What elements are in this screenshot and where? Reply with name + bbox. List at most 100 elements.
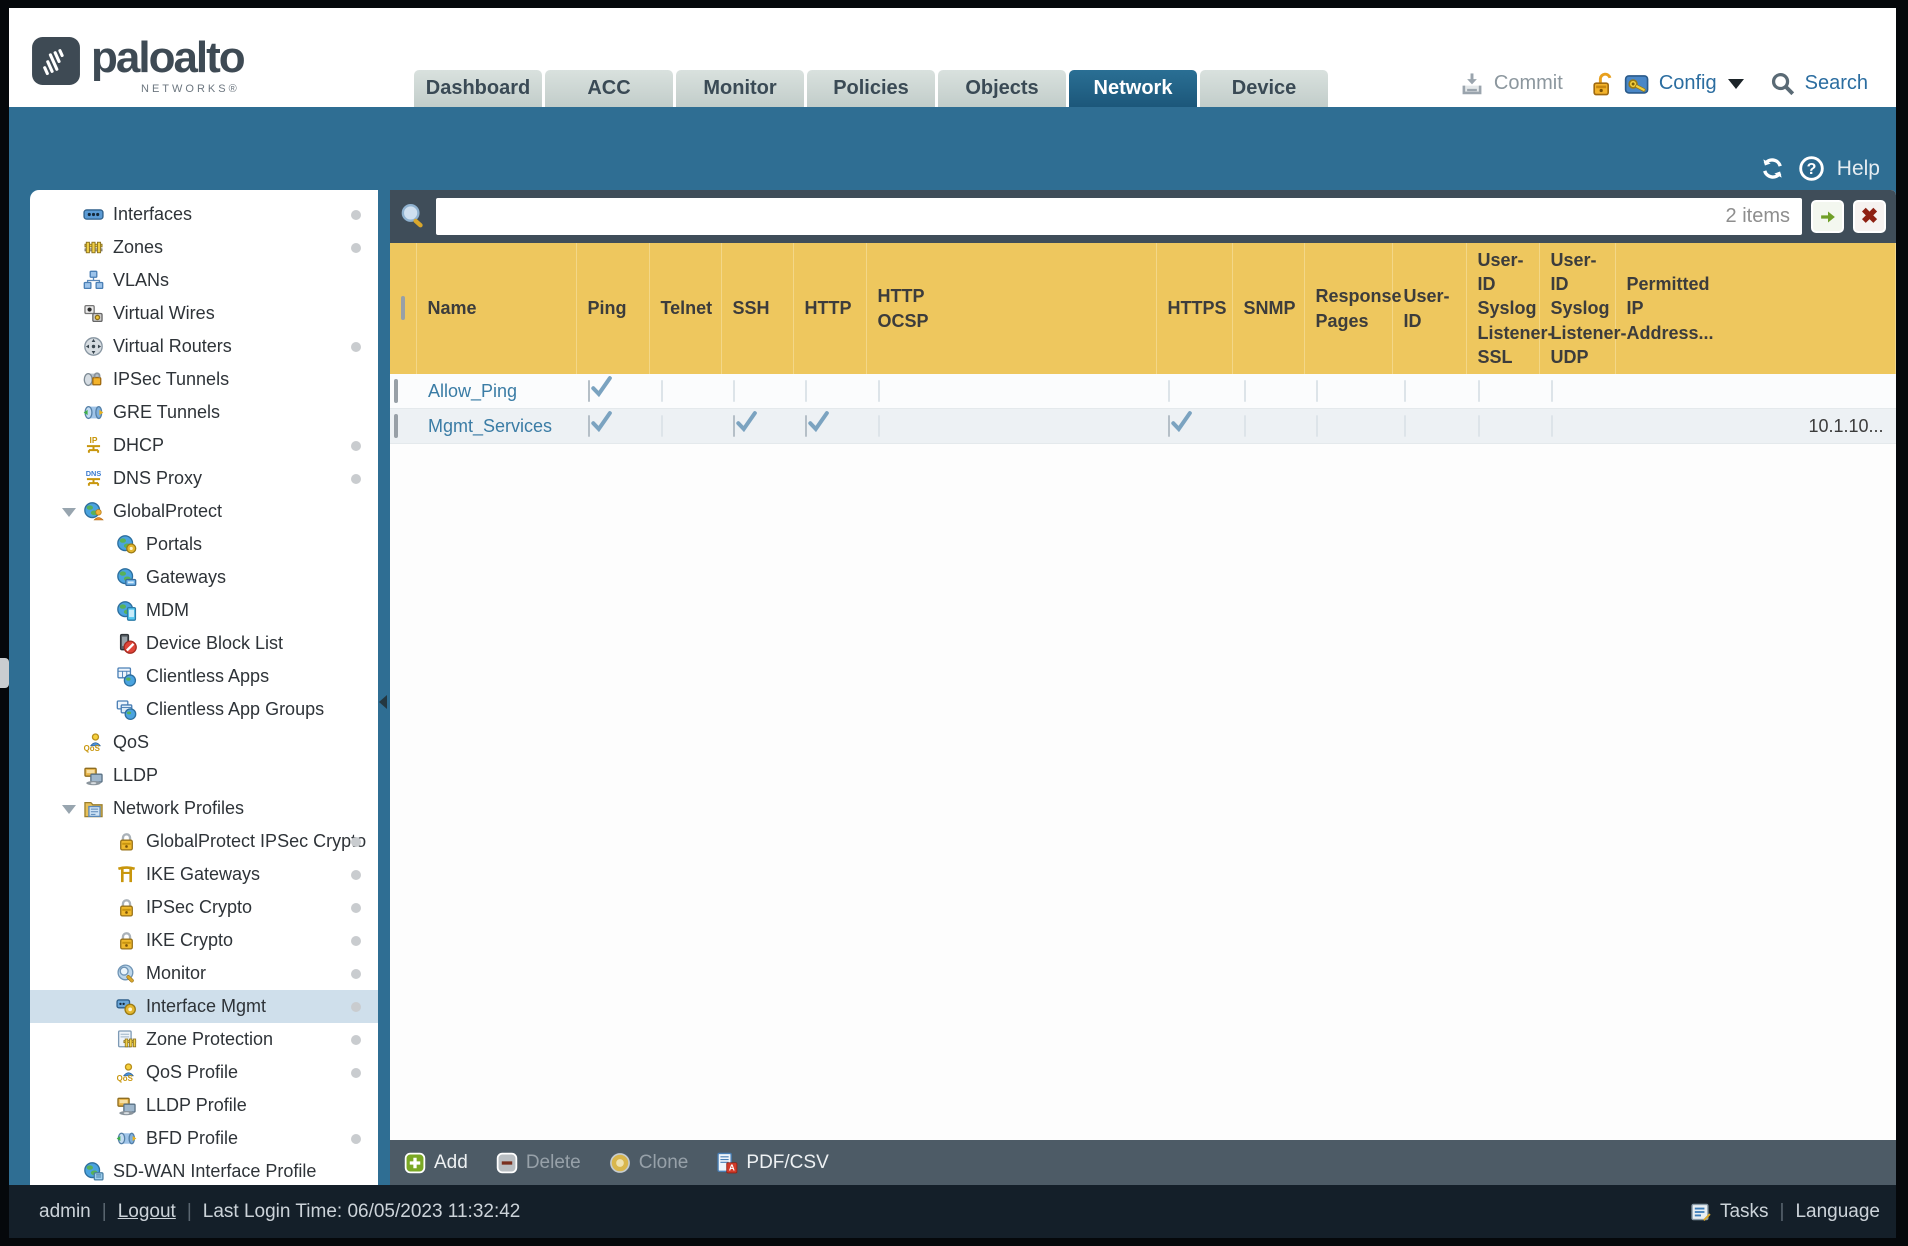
sidebar-item-portals[interactable]: Portals <box>30 528 378 561</box>
select-all-checkbox[interactable] <box>401 296 405 320</box>
sidebar-item-dns-proxy[interactable]: DNS DNS Proxy <box>30 462 378 495</box>
sidebar-item-qos-profile[interactable]: QoS QoS Profile <box>30 1056 378 1089</box>
apply-filter-button[interactable] <box>1811 200 1844 233</box>
ping-checkbox[interactable] <box>588 375 612 402</box>
column-header-http[interactable]: HTTP <box>793 243 867 374</box>
sidebar-item-ike-gateways[interactable]: IKE Gateways <box>30 858 378 891</box>
column-header-response-pages[interactable]: Response Pages <box>1304 243 1402 374</box>
column-header-ping[interactable]: Ping <box>576 243 650 374</box>
logout-link[interactable]: Logout <box>118 1201 176 1223</box>
http-ocsp-checkbox[interactable] <box>878 414 880 437</box>
sidebar-item-vlans[interactable]: VLANs <box>30 264 378 297</box>
user-id-syslog-listener-udp-checkbox[interactable] <box>1551 414 1553 437</box>
user-id-syslog-listener-ssl-checkbox[interactable] <box>1478 414 1480 437</box>
tab-monitor[interactable]: Monitor <box>676 70 804 107</box>
filter-input[interactable] <box>436 198 1802 235</box>
sidebar-item-interface-mgmt[interactable]: Interface Mgmt <box>30 990 378 1023</box>
tab-network[interactable]: Network <box>1069 70 1197 107</box>
search-button[interactable]: Search <box>1805 72 1868 95</box>
response-pages-checkbox[interactable] <box>1316 379 1318 402</box>
sidebar-item-monitor[interactable]: Monitor <box>30 957 378 990</box>
user-id-syslog-listener-udp-checkbox[interactable] <box>1551 379 1553 402</box>
sidebar-item-zones[interactable]: Zones <box>30 231 378 264</box>
https-checkbox[interactable] <box>1168 379 1170 402</box>
column-header-name[interactable]: Name <box>416 243 577 374</box>
snmp-checkbox[interactable] <box>1244 414 1246 437</box>
sidebar-item-interfaces[interactable]: Interfaces <box>30 198 378 231</box>
sidebar-item-qos[interactable]: QoS QoS <box>30 726 378 759</box>
sidebar-item-virtual-wires[interactable]: Virtual Wires <box>30 297 378 330</box>
sidebar-item-dhcp[interactable]: IP DHCP <box>30 429 378 462</box>
sidebar-item-ipsec-crypto[interactable]: IPSec Crypto <box>30 891 378 924</box>
user-id-checkbox[interactable] <box>1404 379 1406 402</box>
add-button[interactable]: Add <box>404 1152 468 1174</box>
expander-icon[interactable] <box>62 508 76 517</box>
sidebar-item-lldp-profile[interactable]: LLDP Profile <box>30 1089 378 1122</box>
language-button[interactable]: Language <box>1795 1201 1880 1223</box>
column-header-snmp[interactable]: SNMP <box>1232 243 1305 374</box>
column-header-http-ocsp[interactable]: HTTP OCSP <box>866 243 1157 374</box>
config-caret-icon[interactable] <box>1727 78 1744 89</box>
column-header-user-id-syslog-listener-udp[interactable]: User-ID Syslog Listener-UDP <box>1539 243 1627 374</box>
ping-checkbox[interactable] <box>588 410 612 437</box>
sidebar-item-device-block-list[interactable]: Device Block List <box>30 627 378 660</box>
tab-device[interactable]: Device <box>1200 70 1328 107</box>
sidebar-item-mdm[interactable]: MDM <box>30 594 378 627</box>
row-select-checkbox[interactable] <box>394 413 398 438</box>
sidebar-item-gre-tunnels[interactable]: GRE Tunnels <box>30 396 378 429</box>
tasks-button[interactable]: Tasks <box>1720 1201 1769 1223</box>
sidebar-item-ipsec-tunnels[interactable]: IPSec Tunnels <box>30 363 378 396</box>
tab-policies[interactable]: Policies <box>807 70 935 107</box>
status-dot <box>351 869 361 880</box>
sidebar-item-network-profiles[interactable]: Network Profiles <box>30 792 378 825</box>
http-ocsp-checkbox[interactable] <box>878 379 880 402</box>
config-menu[interactable]: Config <box>1659 72 1717 95</box>
http-checkbox[interactable] <box>805 379 807 402</box>
brand: paloalto NETWORKS® <box>31 36 246 95</box>
collapse-sidebar-icon[interactable] <box>379 695 387 709</box>
sidebar-item-clientless-apps[interactable]: Clientless Apps <box>30 660 378 693</box>
sidebar-item-zone-protection[interactable]: Zone Protection <box>30 1023 378 1056</box>
https-checkbox[interactable] <box>1168 410 1192 437</box>
sidebar-item-globalprotect[interactable]: GlobalProtect <box>30 495 378 528</box>
bottom-toolbar: Add Delete Clone A PDF/CSV <box>390 1140 1896 1185</box>
column-header-permitted-ip-address[interactable]: Permitted IP Address... <box>1615 243 1896 374</box>
response-pages-checkbox[interactable] <box>1316 414 1318 437</box>
user-id-checkbox[interactable] <box>1404 414 1406 437</box>
snmp-checkbox[interactable] <box>1244 379 1246 402</box>
edge-scroll-handle[interactable] <box>0 658 9 688</box>
sidebar-item-gateways[interactable]: Gateways <box>30 561 378 594</box>
sidebar-item-globalprotect-ipsec-crypto[interactable]: GlobalProtect IPSec Crypto <box>30 825 378 858</box>
column-header-user-id-syslog-listener-ssl[interactable]: User-ID Syslog Listener-SSL <box>1466 243 1554 374</box>
help-label[interactable]: Help <box>1837 157 1880 181</box>
tab-dashboard[interactable]: Dashboard <box>414 70 542 107</box>
tab-objects[interactable]: Objects <box>938 70 1066 107</box>
telnet-checkbox[interactable] <box>661 379 663 402</box>
ssh-checkbox[interactable] <box>733 410 757 437</box>
sidebar-item-sd-wan-interface-profile[interactable]: SD-WAN Interface Profile <box>30 1155 378 1185</box>
sidebar-item-ike-crypto[interactable]: IKE Crypto <box>30 924 378 957</box>
column-header-telnet[interactable]: Telnet <box>649 243 722 374</box>
user-id-syslog-listener-ssl-checkbox[interactable] <box>1478 379 1480 402</box>
expander-icon[interactable] <box>62 805 76 814</box>
help-icon[interactable]: ? <box>1798 155 1825 182</box>
sidebar-item-virtual-routers[interactable]: Virtual Routers <box>30 330 378 363</box>
pdf-csv-button[interactable]: A PDF/CSV <box>716 1152 829 1174</box>
telnet-checkbox[interactable] <box>661 414 663 437</box>
tab-acc[interactable]: ACC <box>545 70 673 107</box>
http-checkbox[interactable] <box>805 410 829 437</box>
column-header-https[interactable]: HTTPS <box>1156 243 1233 374</box>
clear-filter-button[interactable]: ✖ <box>1853 200 1886 233</box>
unlocked-padlock-icon[interactable] <box>1589 71 1615 97</box>
profile-name-link[interactable]: Allow_Ping <box>416 381 517 401</box>
refresh-icon[interactable] <box>1759 155 1786 182</box>
sidebar-item-bfd-profile[interactable]: BFD Profile <box>30 1122 378 1155</box>
ssh-checkbox[interactable] <box>733 379 735 402</box>
row-select-checkbox[interactable] <box>394 378 398 403</box>
sidebar-item-lldp[interactable]: LLDP <box>30 759 378 792</box>
column-header-ssh[interactable]: SSH <box>721 243 794 374</box>
sidebar-item-clientless-app-groups[interactable]: Clientless App Groups <box>30 693 378 726</box>
commit-button[interactable]: Commit <box>1494 72 1563 95</box>
profile-name-link[interactable]: Mgmt_Services <box>416 416 552 436</box>
column-header-user-id[interactable]: User-ID <box>1392 243 1467 374</box>
